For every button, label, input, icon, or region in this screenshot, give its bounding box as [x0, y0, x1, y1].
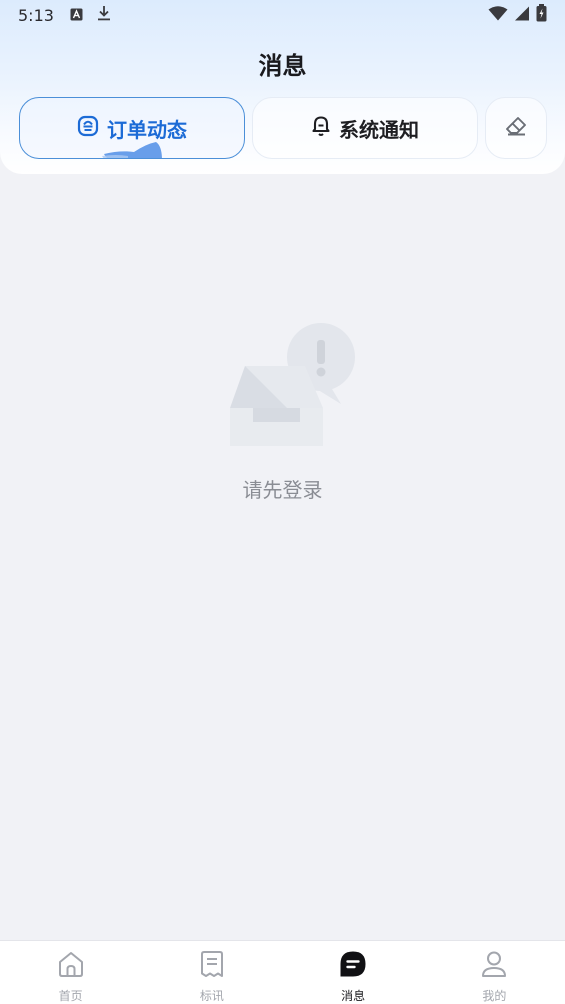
eraser-icon: [504, 115, 528, 141]
a-square-icon: [70, 6, 83, 25]
tab-system-notifications[interactable]: 系统通知: [252, 97, 478, 159]
status-time: 5:13: [18, 5, 54, 25]
nav-item-home[interactable]: 首页: [0, 941, 141, 1004]
document-icon: [197, 949, 227, 983]
nav-label-home: 首页: [58, 989, 83, 1003]
signal-icon: [514, 6, 530, 25]
page-title: 消息: [258, 52, 307, 80]
nav-label-bids: 标讯: [199, 989, 224, 1003]
wifi-icon: [488, 5, 508, 25]
nav-item-bids[interactable]: 标讯: [141, 941, 282, 1004]
tab-order-updates[interactable]: 订单动态: [19, 97, 245, 159]
message-icon: [338, 949, 368, 983]
battery-charging-icon: [536, 4, 547, 26]
nav-item-messages[interactable]: 消息: [283, 941, 424, 1004]
empty-box-alert-icon: [230, 323, 355, 446]
bell-icon: [311, 115, 331, 142]
tab-order-updates-label: 订单动态: [107, 117, 187, 142]
nav-label-profile: 我的: [482, 989, 507, 1003]
clear-messages-button[interactable]: [485, 97, 547, 159]
tab-active-decoration: [102, 142, 162, 158]
tab-system-notifications-label: 系统通知: [339, 117, 419, 142]
bottom-nav: 首页 标讯 消息 我的: [0, 940, 565, 1004]
order-icon: [77, 115, 99, 142]
nav-label-messages: 消息: [341, 989, 366, 1003]
empty-state-message: 请先登录: [242, 478, 323, 502]
nav-item-profile[interactable]: 我的: [424, 941, 565, 1004]
download-icon: [97, 5, 111, 25]
user-icon: [479, 949, 509, 983]
home-icon: [56, 949, 86, 983]
status-bar: 5:13: [0, 0, 565, 30]
